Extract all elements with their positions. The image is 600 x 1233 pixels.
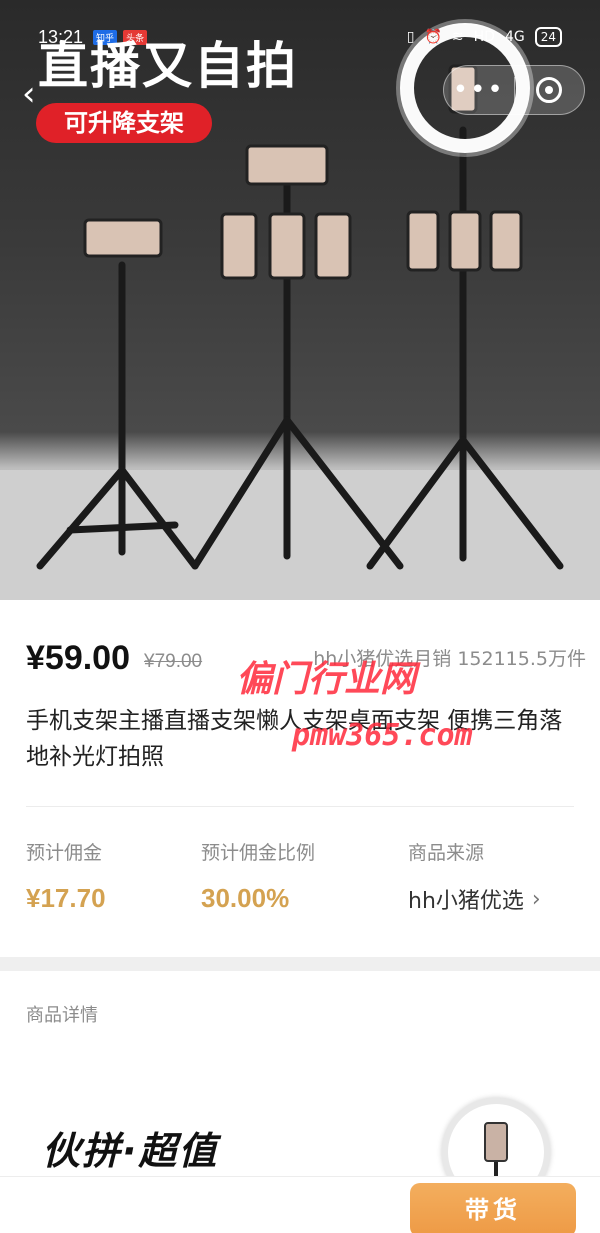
wifi-icon: ≋ [451,29,464,45]
divider [26,806,574,807]
current-price: ¥59.00 [26,639,130,677]
source-label: 商品来源 [408,842,485,864]
detail-section-label: 商品详情 [26,1005,98,1026]
original-price: ¥79.00 [144,651,203,672]
hero-tag: 可升降支架 [36,103,212,143]
status-right: ▯ ⏰ ≋ HD 4G 24 [407,27,562,47]
product-title: 手机支架主播直播支架懒人支架桌面支架 便携三角落地补光灯拍照 [26,708,563,770]
ratio-value: 30.00% [201,883,290,913]
chevron-right-icon: › [531,886,541,912]
alarm-icon: ⏰ [424,29,442,45]
commission-stats: 预计佣金 ¥17.70 预计佣金比例 30.00% 商品来源 hh小猪优选 › [26,838,586,928]
mini-program-capsule: ••• [443,65,585,115]
phone-icon [484,1122,508,1162]
battery-icon: 24 [534,27,562,47]
hero-title: 直播又自拍 [38,37,298,95]
ratio-stat: 预计佣金比例 30.00% [201,838,315,914]
detail-banner-text: 伙拼·超值 [42,1129,219,1173]
ratio-label: 预计佣金比例 [201,842,316,864]
network-label: HD [473,29,495,45]
section-separator [0,957,600,971]
commission-stat: 预计佣金 ¥17.70 [26,838,106,914]
commission-value: ¥17.70 [26,883,106,913]
price-row: ¥59.00 ¥79.00 hh小猪优选月销 152115.5万件 [26,628,586,678]
source-stat[interactable]: 商品来源 hh小猪优选 › [408,838,541,915]
back-button[interactable]: ‹ [22,76,50,112]
more-dots-icon: ••• [452,75,505,105]
commission-label: 预计佣金 [26,842,103,864]
close-button[interactable] [515,77,585,103]
promote-button[interactable]: 带货 [410,1183,576,1233]
source-link[interactable]: hh小猪优选 › [408,883,541,915]
close-target-icon [536,77,563,103]
vibrate-icon: ▯ [406,29,415,45]
source-value: hh小猪优选 [408,889,524,914]
more-button[interactable]: ••• [444,65,514,115]
chevron-left-icon: ‹ [22,74,36,114]
monthly-sales: hh小猪优选月销 152115.5万件 [313,648,586,670]
signal-label: 4G [504,29,525,45]
